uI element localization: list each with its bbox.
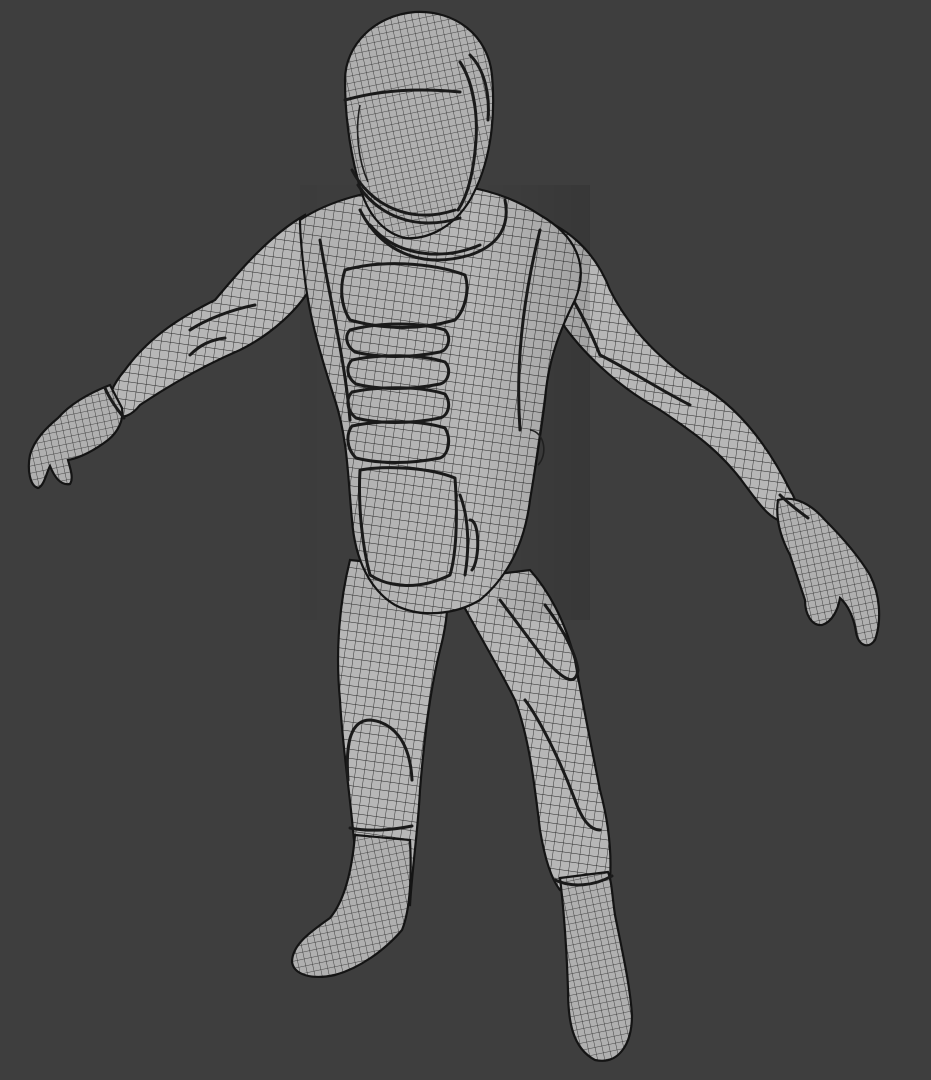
mesh-render[interactable] [0, 0, 931, 1080]
legs [290, 558, 634, 1062]
3d-viewport[interactable] [0, 0, 931, 1080]
torso [298, 183, 590, 620]
left-arm [27, 213, 317, 490]
